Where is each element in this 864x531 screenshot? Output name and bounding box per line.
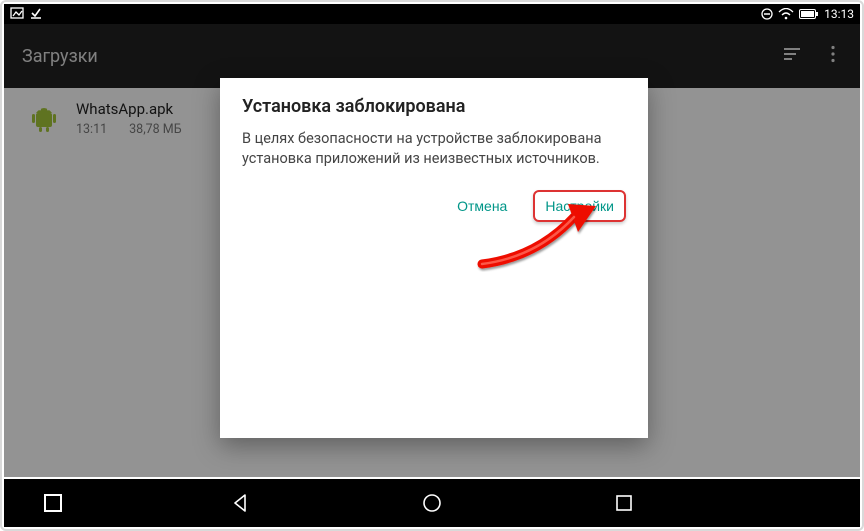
dialog-title: Установка заблокирована — [242, 96, 626, 117]
system-navbar — [4, 479, 860, 527]
dnd-icon — [761, 8, 773, 20]
nav-back-button[interactable] — [220, 483, 260, 523]
wifi-icon — [778, 8, 794, 20]
battery-icon — [799, 9, 819, 19]
status-time: 13:13 — [824, 7, 854, 21]
install-blocked-dialog: Установка заблокирована В целях безопасн… — [220, 78, 648, 438]
nav-recents-button[interactable] — [604, 483, 644, 523]
status-bar: 13:13 — [4, 4, 860, 24]
download-done-icon — [30, 7, 42, 22]
nav-home-button[interactable] — [412, 483, 452, 523]
cancel-button[interactable]: Отмена — [447, 192, 517, 220]
dialog-message: В целях безопасности на устройстве забло… — [242, 129, 626, 170]
device-frame: 13:13 Загрузки WhatsApp.apk 13:11 38,78 … — [0, 0, 864, 531]
image-icon — [10, 7, 24, 22]
nav-recent-alt-icon[interactable] — [44, 494, 62, 512]
settings-button[interactable]: Настройки — [533, 190, 626, 222]
